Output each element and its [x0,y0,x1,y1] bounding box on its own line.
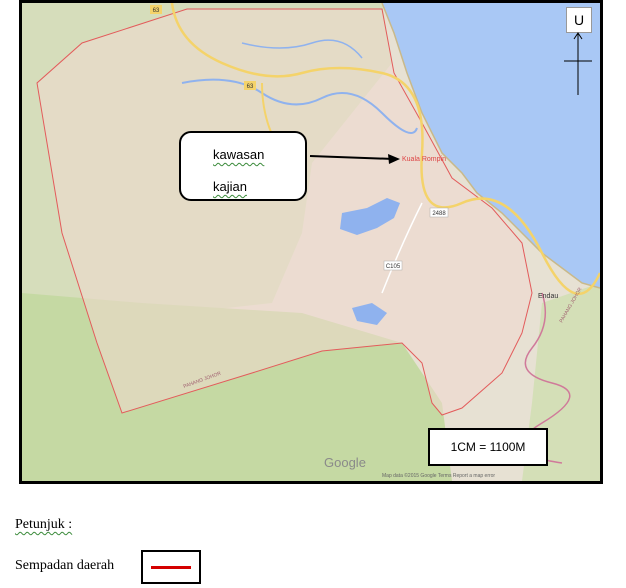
route-63-top-label: 63 [153,8,160,14]
legend-item-label: Sempadan daerah [15,558,115,573]
label-endau[interactable]: Endau [538,293,558,300]
north-arrow-icon [564,32,592,95]
route-2488-label: 2488 [432,211,446,217]
map-frame[interactable]: 63 63 2488 C105 Kuala Rompin Endau PAHAN… [19,0,603,484]
callout-line-2: kajian [213,179,247,194]
callout-line-1: kawasan [213,147,265,162]
route-2488-badge: 2488 [429,207,449,218]
legend-swatch-line [151,566,191,569]
label-kuala-rompin[interactable]: Kuala Rompin [402,156,446,163]
legend-title: Petunjuk : [15,517,73,532]
study-area-callout: kawasan kajian [179,131,307,201]
scale-label: 1CM = 1100M [428,428,548,466]
route-c105-badge: C105 [383,260,403,271]
route-c105-label: C105 [386,264,401,270]
route-63-mid-label: 63 [247,84,254,90]
route-63-top-badge: 63 [150,5,162,14]
google-watermark: Google [324,455,366,470]
map-canvas[interactable]: 63 63 2488 C105 Kuala Rompin Endau PAHAN… [22,3,600,481]
legend-swatch [141,550,201,584]
route-63-mid-badge: 63 [244,81,256,90]
map-attribution[interactable]: Map data ©2015 Google Terms Report a map… [382,473,495,479]
north-label: U [566,7,592,33]
